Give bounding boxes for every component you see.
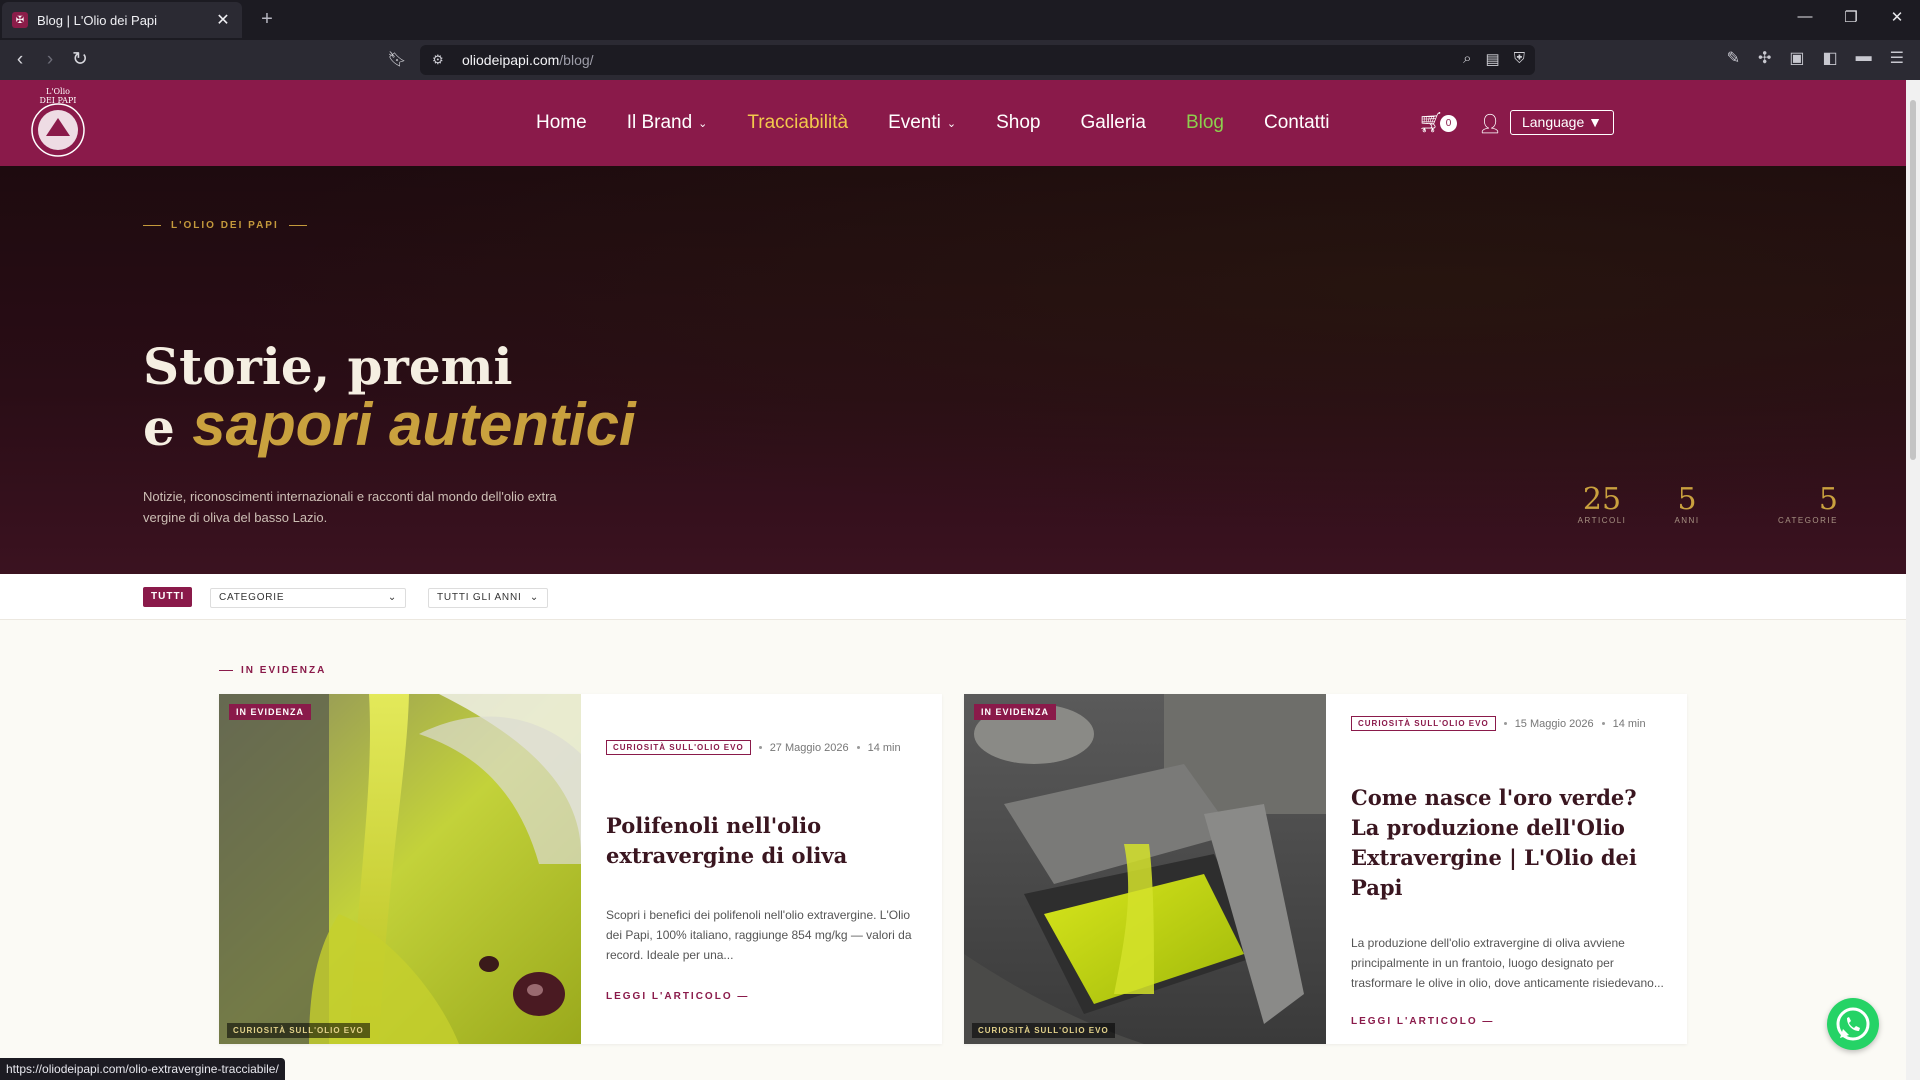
- chevron-down-icon: ⌄: [946, 117, 957, 130]
- read-more-link[interactable]: LEGGI L'ARTICOLO —: [606, 991, 749, 1002]
- read-time: 14 min: [867, 741, 901, 754]
- stat-articoli: 25 ARTICOLI: [1577, 482, 1627, 526]
- card-image[interactable]: IN EVIDENZA CURIOSITÀ SULL'OLIO EVO: [964, 694, 1326, 1044]
- stat-anni: 5 ANNI: [1674, 482, 1700, 526]
- zoom-search-icon[interactable]: ⌕: [1463, 50, 1471, 68]
- nav-galleria[interactable]: Galleria: [1080, 112, 1145, 134]
- featured-badge: IN EVIDENZA: [974, 704, 1057, 720]
- main-nav: Home Il Brand ⌄ Tracciabilità Eventi ⌄ Sho…: [536, 80, 1369, 166]
- status-url: https://oliodeipapi.com/olio-extravergin…: [0, 1058, 285, 1080]
- address-bar[interactable]: ⚙ oliodeipapi.com/blog/ ⌕ ▤ ⛨: [420, 45, 1535, 75]
- section-label-featured: IN EVIDENZA: [219, 665, 326, 676]
- olive-oil-production-image: [964, 694, 1326, 1044]
- nav-shop[interactable]: Shop: [996, 112, 1040, 134]
- card-image[interactable]: IN EVIDENZA CURIOSITÀ SULL'OLIO EVO: [219, 694, 581, 1044]
- svg-text:L'Olio: L'Olio: [46, 87, 70, 96]
- window-close-icon[interactable]: ✕: [1882, 8, 1912, 26]
- stat-categorie: 5 CATEGORIE: [1777, 482, 1838, 526]
- logo[interactable]: L'Olio DEI PAPI: [20, 84, 96, 164]
- nav-eventi[interactable]: Eventi ⌄: [888, 112, 956, 134]
- reload-icon[interactable]: ↻: [68, 48, 92, 72]
- category-tag[interactable]: CURIOSITÀ SULL'OLIO EVO: [1351, 716, 1496, 731]
- nav-contatti[interactable]: Contatti: [1264, 112, 1329, 134]
- site-settings-icon[interactable]: ⚙: [432, 52, 448, 68]
- tab-title: Blog | L'Olio dei Papi: [37, 12, 158, 28]
- browser-tabbar: ✠ Blog | L'Olio dei Papi ✕ + — ❐ ✕: [0, 0, 1920, 40]
- image-category-badge: CURIOSITÀ SULL'OLIO EVO: [227, 1023, 370, 1038]
- site-header: L'Olio DEI PAPI Home Il Brand ⌄ Tracciabi…: [0, 80, 1906, 166]
- image-category-badge: CURIOSITÀ SULL'OLIO EVO: [972, 1023, 1115, 1038]
- hero: L'OLIO DEI PAPI Storie, premi e sapori a…: [0, 166, 1906, 574]
- menu-icon[interactable]: ☰: [1890, 48, 1904, 68]
- post-date: 27 Maggio 2026: [769, 741, 849, 754]
- shield-icon[interactable]: ⛨: [1514, 50, 1525, 68]
- close-tab-icon[interactable]: ✕: [214, 10, 232, 30]
- cart-count-badge: 0: [1440, 115, 1457, 132]
- read-time: 14 min: [1612, 717, 1646, 730]
- post-date: 15 Maggio 2026: [1514, 717, 1594, 730]
- card-meta: CURIOSITÀ SULL'OLIO EVO 15 Maggio 2026 1…: [1351, 716, 1667, 731]
- card-meta: CURIOSITÀ SULL'OLIO EVO 27 Maggio 2026 1…: [606, 740, 922, 755]
- whatsapp-button[interactable]: [1827, 998, 1879, 1050]
- hero-eyebrow: L'OLIO DEI PAPI: [143, 220, 307, 231]
- forward-icon[interactable]: ›: [38, 48, 62, 72]
- favicon-icon: ✠: [12, 12, 28, 28]
- filter-bar: TUTTI CATEGORIE ⌄ TUTTI GLI ANNI ⌄: [0, 574, 1906, 620]
- featured-card[interactable]: IN EVIDENZA CURIOSITÀ SULL'OLIO EVO CURI…: [219, 694, 942, 1044]
- scrollbar-thumb[interactable]: [1910, 100, 1916, 460]
- chevron-down-icon: ⌄: [529, 592, 539, 603]
- read-more-link[interactable]: LEGGI L'ARTICOLO —: [1351, 1016, 1494, 1027]
- pen-icon[interactable]: ✎: [1727, 48, 1740, 68]
- category-select[interactable]: CATEGORIE ⌄: [210, 588, 406, 608]
- card-body: CURIOSITÀ SULL'OLIO EVO 15 Maggio 2026 1…: [1351, 716, 1667, 993]
- filter-all-button[interactable]: TUTTI: [143, 587, 193, 607]
- browser-navbar: ‹ › ↻ 🔖︎ ⚙ oliodeipapi.com/blog/ ⌕ ▤ ⛨ ✎…: [0, 40, 1920, 80]
- vpn-icon[interactable]: ▬: [1856, 48, 1872, 68]
- user-icon[interactable]: 👤︎: [1478, 112, 1502, 136]
- featured-card[interactable]: IN EVIDENZA CURIOSITÀ SULL'OLIO EVO CURI…: [964, 694, 1687, 1044]
- bookmark-icon[interactable]: 🔖︎: [385, 48, 409, 72]
- nav-tracciabilita[interactable]: Tracciabilità: [747, 112, 848, 134]
- featured-badge: IN EVIDENZA: [229, 704, 312, 720]
- restore-icon[interactable]: ❐: [1836, 8, 1866, 26]
- olive-oil-pour-image: [219, 694, 581, 1044]
- hero-stats: 25 ARTICOLI 5 ANNI 5 CATEGORIE: [1558, 482, 1838, 526]
- hero-title: Storie, premi e sapori autentici: [143, 337, 636, 458]
- language-button[interactable]: Language ▼: [1510, 110, 1614, 135]
- card-title[interactable]: Come nasce l'oro verde? La produzione de…: [1351, 783, 1667, 903]
- url-text: oliodeipapi.com/blog/: [462, 52, 594, 68]
- wallet-icon[interactable]: ▣: [1789, 48, 1804, 68]
- card-excerpt: Scopri i benefici dei polifenoli nell'ol…: [606, 908, 912, 962]
- chevron-down-icon: ⌄: [387, 592, 397, 603]
- new-tab-icon[interactable]: +: [256, 8, 278, 31]
- card-body: CURIOSITÀ SULL'OLIO EVO 27 Maggio 2026 1…: [606, 740, 922, 965]
- back-icon[interactable]: ‹: [8, 48, 32, 72]
- year-select[interactable]: TUTTI GLI ANNI ⌄: [428, 588, 548, 608]
- hero-subtitle: Notizie, riconoscimenti internazionali e…: [143, 489, 557, 525]
- nav-il-brand[interactable]: Il Brand ⌄: [627, 112, 708, 134]
- card-excerpt: La produzione dell'olio extravergine di …: [1351, 936, 1664, 990]
- nav-blog[interactable]: Blog: [1186, 112, 1224, 134]
- reader-view-icon[interactable]: ▤: [1486, 50, 1500, 68]
- category-tag[interactable]: CURIOSITÀ SULL'OLIO EVO: [606, 740, 751, 755]
- extensions-icon[interactable]: ✣: [1758, 48, 1771, 68]
- browser-tab[interactable]: ✠ Blog | L'Olio dei Papi ✕: [2, 2, 242, 38]
- chevron-down-icon: ⌄: [698, 117, 708, 130]
- whatsapp-icon: [1836, 1007, 1870, 1041]
- card-title[interactable]: Polifenoli nell'olio extravergine di oli…: [606, 811, 922, 871]
- nav-home[interactable]: Home: [536, 112, 587, 134]
- sidebar-icon[interactable]: ◧: [1823, 48, 1838, 68]
- minimize-icon[interactable]: —: [1790, 8, 1820, 25]
- page-scrollbar[interactable]: [1906, 80, 1920, 1080]
